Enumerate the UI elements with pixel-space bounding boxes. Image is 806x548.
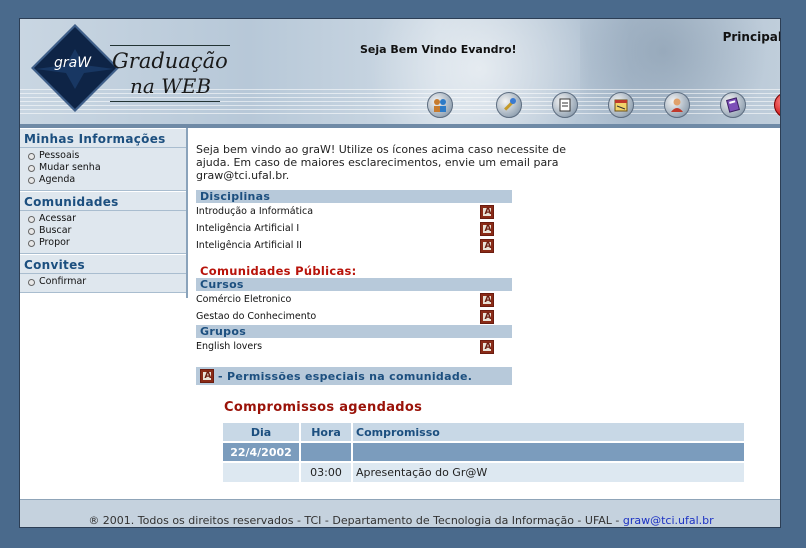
- sidebar-item-propor[interactable]: Propor: [28, 237, 186, 249]
- grupos-header: Grupos: [196, 325, 512, 338]
- app-window: graW Graduação na WEB Seja Bem Vindo Eva…: [19, 18, 781, 528]
- sidebar-item-label: Acessar: [39, 213, 77, 224]
- bullet-icon: [28, 152, 35, 160]
- sidebar-item-buscar[interactable]: Buscar: [28, 225, 186, 237]
- curso-link[interactable]: Gestao do Conhecimento: [196, 311, 316, 322]
- close-icon[interactable]: [774, 92, 780, 118]
- toolbar: [425, 92, 780, 120]
- footer-email-link[interactable]: graw@tci.ufal.br: [623, 514, 714, 527]
- admin-icon[interactable]: A: [480, 292, 494, 307]
- intro-text: Seja bem vindo ao graW! Utilize os ícone…: [196, 143, 567, 182]
- document-icon[interactable]: [552, 92, 578, 118]
- list-item: Gestao do Conhecimento A: [196, 308, 512, 325]
- sidebar-item-label: Agenda: [39, 174, 76, 185]
- sidebar-section-list: Confirmar: [20, 274, 186, 293]
- sidebar-border: [186, 128, 188, 298]
- column-header-dia: Dia: [223, 423, 299, 441]
- bullet-icon: [28, 176, 35, 184]
- sidebar-section-title: Convites: [20, 254, 186, 274]
- disciplinas-header: Disciplinas: [196, 190, 512, 203]
- bullet-icon: [28, 227, 35, 235]
- comunidades-publicas-title: Comunidades Públicas:: [200, 264, 357, 278]
- footer-text: ® 2001. Todos os direitos reservados - T…: [88, 514, 623, 527]
- user-icon[interactable]: [664, 92, 690, 118]
- list-item: Inteligência Artificial I A: [196, 220, 512, 237]
- bullet-icon: [28, 215, 35, 223]
- date-cell: 22/4/2002: [223, 443, 299, 461]
- page-header: graW Graduação na WEB Seja Bem Vindo Eva…: [20, 19, 780, 124]
- logo-rule: [110, 45, 230, 46]
- schedule-icon[interactable]: [608, 92, 634, 118]
- page-footer: ® 2001. Todos os direitos reservados - T…: [20, 499, 780, 527]
- grupo-link[interactable]: English lovers: [196, 341, 262, 352]
- list-item: Inteligência Artificial II A: [196, 237, 512, 254]
- welcome-message: Seja Bem Vindo Evandro!: [360, 43, 517, 56]
- sidebar-item-label: Mudar senha: [39, 162, 101, 173]
- sidebar-item-pessoais[interactable]: Pessoais: [28, 150, 186, 162]
- logo-rule: [110, 101, 220, 102]
- logo-title-line2: na WEB: [130, 74, 212, 98]
- compromissos-title: Compromissos agendados: [224, 400, 423, 415]
- permissions-legend: A - Permissões especiais na comunidade.: [196, 367, 512, 385]
- sidebar-item-label: Pessoais: [39, 150, 80, 161]
- sidebar-item-label: Propor: [39, 237, 70, 248]
- sidebar-section-title: Minhas Informações: [20, 128, 186, 148]
- sidebar-item-agenda[interactable]: Agenda: [28, 174, 186, 186]
- table-header-row: Dia Hora Compromisso: [223, 423, 744, 441]
- bullet-icon: [28, 239, 35, 247]
- table-row: 22/4/2002: [223, 443, 744, 461]
- table-row: 03:00 Apresentação do Gr@W: [223, 463, 744, 482]
- disciplina-link[interactable]: Inteligência Artificial I: [196, 223, 299, 234]
- book-icon[interactable]: [720, 92, 746, 118]
- logo-small-text: graW: [54, 55, 92, 71]
- compromisso-cell: Apresentação do Gr@W: [353, 463, 744, 482]
- compromissos-table: Dia Hora Compromisso 22/4/2002 03:00 Apr…: [221, 421, 746, 484]
- sidebar-item-acessar[interactable]: Acessar: [28, 213, 186, 225]
- disciplina-link[interactable]: Inteligência Artificial II: [196, 240, 302, 251]
- hora-cell: 03:00: [301, 463, 351, 482]
- logo[interactable]: graW Graduação na WEB: [31, 24, 244, 112]
- admin-icon[interactable]: A: [480, 309, 494, 324]
- principal-link[interactable]: Principal: [723, 30, 780, 44]
- sidebar-section-list: Pessoais Mudar senha Agenda: [20, 148, 186, 191]
- sidebar-item-confirmar[interactable]: Confirmar: [28, 276, 186, 288]
- empty-cell: [301, 443, 351, 461]
- column-header-compromisso: Compromisso: [353, 423, 744, 441]
- tools-icon[interactable]: [496, 92, 522, 118]
- bullet-icon: [28, 278, 35, 286]
- admin-icon[interactable]: A: [480, 339, 494, 354]
- list-item: English lovers A: [196, 338, 512, 355]
- sidebar-item-mudar-senha[interactable]: Mudar senha: [28, 162, 186, 174]
- admin-icon: A: [200, 369, 214, 383]
- sidebar-item-label: Confirmar: [39, 276, 87, 287]
- main-content: Seja bem vindo ao graW! Utilize os ícone…: [196, 143, 756, 385]
- permissions-text: - Permissões especiais na comunidade.: [218, 369, 473, 383]
- admin-icon[interactable]: A: [480, 204, 494, 219]
- sidebar-section-list: Acessar Buscar Propor: [20, 211, 186, 254]
- sidebar: Minhas Informações Pessoais Mudar senha …: [20, 128, 186, 293]
- sidebar-item-label: Buscar: [39, 225, 72, 236]
- column-header-hora: Hora: [301, 423, 351, 441]
- disciplina-link[interactable]: Introdução a Informática: [196, 206, 313, 217]
- admin-icon[interactable]: A: [480, 238, 494, 253]
- logo-title-line1: Graduação: [112, 49, 228, 73]
- sidebar-section-title: Comunidades: [20, 191, 186, 211]
- list-item: Comércio Eletronico A: [196, 291, 512, 308]
- people-icon[interactable]: [427, 92, 453, 118]
- admin-icon[interactable]: A: [480, 221, 494, 236]
- empty-cell: [353, 443, 744, 461]
- curso-link[interactable]: Comércio Eletronico: [196, 294, 291, 305]
- bullet-icon: [28, 164, 35, 172]
- cursos-header: Cursos: [196, 278, 512, 291]
- empty-cell: [223, 463, 299, 482]
- list-item: Introdução a Informática A: [196, 203, 512, 220]
